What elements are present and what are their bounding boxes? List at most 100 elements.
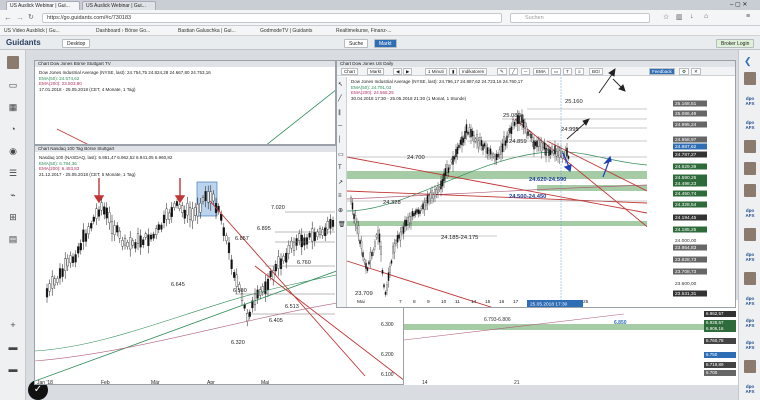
window-controls[interactable]: – ▢ ✕ [730, 1, 747, 8]
candle-body [363, 259, 366, 263]
markt-button[interactable]: Markt [374, 39, 397, 48]
chart-window-dow-daily[interactable]: Chart Dow Jones US Daily Chart Markt ◀ ▶… [336, 60, 736, 308]
candle-body [417, 209, 420, 215]
candle-body [462, 138, 465, 143]
candle-body [134, 242, 137, 249]
candle-body [222, 227, 225, 236]
contact-avatar[interactable] [744, 228, 756, 241]
candle-body [531, 137, 534, 143]
url-input[interactable]: https://go.guidants.com/#c/730183 [42, 13, 502, 23]
dpo-afx-logo: dpo AFX [745, 208, 755, 218]
folder-icon[interactable]: ▬ [7, 342, 19, 352]
desktop-button[interactable]: Desktop [62, 39, 91, 48]
candle-body [248, 311, 251, 317]
folder-open-icon[interactable]: ▬ [7, 364, 19, 374]
table-icon[interactable]: ▦ [7, 102, 19, 112]
level-label: 24.185-24.175 [441, 235, 478, 241]
home-icon[interactable]: ⌂ [704, 13, 708, 20]
monitor-icon[interactable]: ▭ [7, 80, 19, 90]
trendlines [346, 118, 678, 307]
add-icon[interactable]: + [7, 320, 19, 330]
bookmark-2[interactable]: Dashboard › Börse Go... [96, 28, 150, 34]
browser-tab-2[interactable]: US Auslick Webinar | Gui... [82, 1, 156, 10]
menu-icon[interactable]: ≡ [746, 13, 750, 20]
candle-body [483, 143, 486, 147]
candle-body [557, 147, 559, 156]
candle-body [530, 133, 532, 139]
candle-body [392, 246, 394, 254]
candle-body [447, 167, 450, 173]
candle-body [71, 256, 75, 263]
y-axis-labels: 6.300 6.200 6.100 [381, 322, 394, 378]
list-icon[interactable]: ☰ [7, 168, 19, 178]
search-button[interactable]: Suche [344, 39, 369, 48]
star-icon[interactable]: ☆ [663, 13, 669, 21]
candle-body [407, 217, 409, 225]
candle-body [82, 229, 85, 242]
candle-body [87, 226, 90, 235]
price-badge: 23.828,73 [675, 257, 697, 263]
candle-body [537, 139, 540, 147]
level-label: 6.405 [269, 318, 283, 324]
reload-icon[interactable]: ↻ [28, 13, 34, 21]
chart-icon[interactable]: ⌁ [7, 190, 19, 200]
contact-avatar[interactable] [744, 360, 756, 373]
expand-icon[interactable]: ❮ [744, 56, 752, 67]
price-badge: 24.787,27 [675, 152, 697, 158]
broker-login-button[interactable]: Broker Login [716, 39, 755, 48]
x-axis-label: Jan '18 [37, 380, 53, 385]
browser-tab-1[interactable]: US Auslick Webinar | Gui... [6, 1, 80, 10]
price-badge: 6.962,57 [704, 311, 736, 317]
browser-search-input[interactable]: Suchen [510, 13, 650, 23]
candle-body [464, 130, 466, 139]
grid-icon[interactable]: ⊞ [7, 212, 19, 222]
chart-window-dow-stuttgart[interactable]: Chart Dow Jones Börse Stuttgart TV Dow J… [34, 60, 336, 145]
candle-body [510, 126, 513, 134]
eye-icon[interactable]: ◉ [7, 146, 19, 156]
news-icon[interactable]: ▤ [7, 234, 19, 244]
user-avatar[interactable] [7, 56, 19, 69]
download-icon[interactable]: ↓ [690, 13, 694, 20]
candle-body [282, 255, 285, 262]
candle-body [264, 281, 267, 295]
candle-body [201, 197, 205, 202]
candle-body [524, 122, 526, 129]
bookmark-1[interactable]: US Video Ausblick | Gu... [4, 28, 60, 34]
library-icon[interactable]: ▥ [676, 13, 683, 21]
candle-body [103, 206, 106, 215]
candle-body [90, 223, 93, 229]
contact-avatar[interactable] [744, 272, 756, 285]
bookmark-4[interactable]: GodmodeTV | Guidants [260, 28, 312, 34]
candle-body [279, 258, 283, 269]
contact-avatar[interactable] [744, 72, 756, 85]
candle-body [386, 284, 388, 291]
candle-body [56, 278, 59, 283]
candle-body [369, 251, 372, 261]
candle-body [285, 252, 288, 263]
candle-body [313, 232, 316, 241]
chart2-right-extension: 6.850 6.793-6.806 14 21 [404, 300, 738, 385]
candle-body [300, 234, 303, 248]
forward-icon[interactable]: → [16, 13, 24, 22]
candle-body [58, 268, 62, 279]
candle-body [489, 148, 492, 155]
contact-avatar[interactable] [744, 140, 756, 153]
candle-body [558, 150, 561, 158]
contact-avatar[interactable] [744, 162, 756, 175]
candle-body [566, 147, 568, 157]
candle-body [461, 136, 463, 146]
candle-body [131, 240, 134, 246]
candle-body [485, 145, 487, 153]
tab-label: US Auslick Webinar | Gui... [10, 3, 70, 9]
bell-icon[interactable]: ◔ [7, 124, 19, 134]
level-label: 6.793-6.806 [484, 317, 511, 323]
candle-body [387, 272, 390, 281]
bookmark-3[interactable]: Bastian Galuschka | Gui... [178, 28, 236, 34]
back-icon[interactable]: ← [4, 13, 12, 22]
x-axis-label: Mai [357, 299, 365, 305]
bookmark-5[interactable]: Realtimekurse, Finanz-... [336, 28, 392, 34]
contact-avatar[interactable] [744, 184, 756, 197]
address-bar: ← → ↻ https://go.guidants.com/#c/730183 … [0, 10, 760, 26]
level-labels: 7.020 6.895 6.857 6.760 6.645 6.580 6.513 6.405… [171, 205, 311, 346]
price-badge: 24.450,74 [675, 191, 697, 197]
